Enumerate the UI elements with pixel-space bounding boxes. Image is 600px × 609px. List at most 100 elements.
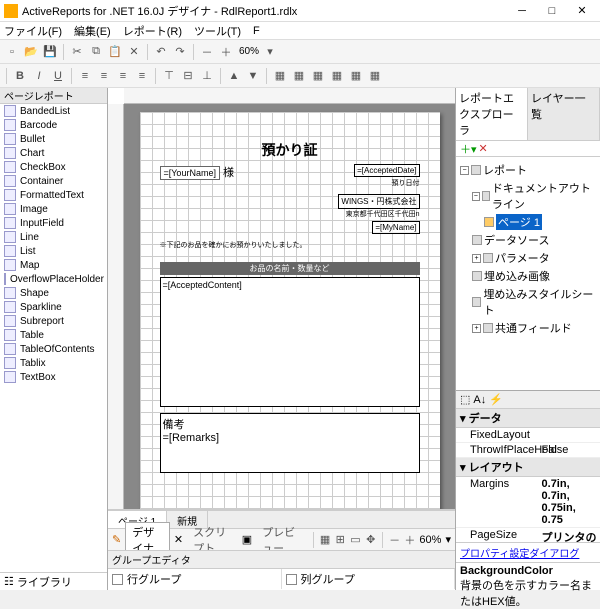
toolbox-item-sparkline[interactable]: Sparkline xyxy=(0,300,107,314)
layout-1-icon[interactable]: ▦ xyxy=(272,68,288,84)
front-icon[interactable]: ▲ xyxy=(226,68,242,84)
list-icon xyxy=(4,245,16,257)
close-button[interactable]: ✕ xyxy=(568,2,596,20)
add-icon[interactable]: ＋▾ xyxy=(460,141,477,157)
layout-4-icon[interactable]: ▦ xyxy=(329,68,345,84)
layout-3-icon[interactable]: ▦ xyxy=(310,68,326,84)
bold-icon[interactable]: B xyxy=(12,68,28,84)
toolbox-item-tableofcontents[interactable]: TableOfContents xyxy=(0,342,107,356)
maximize-button[interactable]: □ xyxy=(538,2,566,20)
textbox-icon xyxy=(4,371,16,383)
toolbox-item-map[interactable]: Map xyxy=(0,258,107,272)
menu-bar: ファイル(F) 編集(E) レポート(R) ツール(T) F xyxy=(0,22,600,40)
align-left-icon[interactable]: ≡ xyxy=(77,68,93,84)
toolbox-item-checkbox[interactable]: CheckBox xyxy=(0,160,107,174)
ruler-vertical xyxy=(108,104,124,509)
toolbox-item-line[interactable]: Line xyxy=(0,230,107,244)
back-icon[interactable]: ▼ xyxy=(245,68,261,84)
align-justify-icon[interactable]: ≡ xyxy=(134,68,150,84)
report-title[interactable]: 預かり証 xyxy=(160,140,420,160)
align-right-icon[interactable]: ≡ xyxy=(115,68,131,84)
bottom-zoom-in-icon[interactable]: ＋ xyxy=(404,532,415,548)
prop-filter-icon[interactable]: ⚡ xyxy=(489,393,503,406)
toolbox-item-inputfield[interactable]: InputField xyxy=(0,216,107,230)
toolbox-item-list[interactable]: List xyxy=(0,244,107,258)
remarks-box[interactable]: 備考 =[Remarks] xyxy=(160,413,420,473)
grid-icon[interactable]: ▦ xyxy=(319,532,330,548)
prop-cat-icon[interactable]: ⬚ xyxy=(460,393,470,406)
select-mode-icon[interactable]: ▭ xyxy=(350,532,361,548)
italic-icon[interactable]: I xyxy=(31,68,47,84)
menu-f[interactable]: F xyxy=(253,25,260,37)
align-center-icon[interactable]: ≡ xyxy=(96,68,112,84)
library-tab[interactable]: ☷ライブラリ xyxy=(0,572,107,590)
layout-2-icon[interactable]: ▦ xyxy=(291,68,307,84)
prop-sort-icon[interactable]: A↓ xyxy=(473,394,486,406)
subreport-icon xyxy=(4,315,16,327)
paste-icon[interactable]: 📋 xyxy=(107,44,123,60)
toolbox-item-table[interactable]: Table xyxy=(0,328,107,342)
menu-edit[interactable]: 編集(E) xyxy=(74,23,111,39)
snap-icon[interactable]: ⊞ xyxy=(335,532,346,548)
toolbox-item-overflowplaceholder[interactable]: OverflowPlaceHolder xyxy=(0,272,107,286)
new-icon[interactable]: ▫ xyxy=(4,44,20,60)
minimize-button[interactable]: ─ xyxy=(508,2,536,20)
toolbox-item-shape[interactable]: Shape xyxy=(0,286,107,300)
toolbox-item-bandedlist[interactable]: BandedList xyxy=(0,104,107,118)
zoom-out-icon[interactable]: － xyxy=(199,44,215,60)
layout-6-icon[interactable]: ▦ xyxy=(367,68,383,84)
company-line1[interactable]: WINGS・円株式会社 xyxy=(338,194,419,209)
toolbox-item-tablix[interactable]: Tablix xyxy=(0,356,107,370)
menu-file[interactable]: ファイル(F) xyxy=(4,23,62,39)
valign-mid-icon[interactable]: ⊟ xyxy=(180,68,196,84)
toolbox-item-bullet[interactable]: Bullet xyxy=(0,132,107,146)
row-group[interactable]: 行グループ xyxy=(108,569,282,589)
chart-icon xyxy=(4,147,16,159)
redo-icon[interactable]: ↷ xyxy=(172,44,188,60)
pan-mode-icon[interactable]: ✥ xyxy=(365,532,376,548)
caption-text: ※下記のお品を確かにお預かりいたしました。 xyxy=(160,240,420,250)
zoom-value[interactable]: 60% xyxy=(239,46,259,57)
toolbox-item-image[interactable]: Image xyxy=(0,202,107,216)
property-grid[interactable]: ▾ データ FixedLayout ThrowIfPlaceHoldFalse … xyxy=(456,409,600,542)
toolbar-2: B I U ≡ ≡ ≡ ≡ ⊤ ⊟ ⊥ ▲ ▼ ▦ ▦ ▦ ▦ ▦ ▦ xyxy=(0,64,600,88)
undo-icon[interactable]: ↶ xyxy=(153,44,169,60)
menu-tools[interactable]: ツール(T) xyxy=(194,23,241,39)
remarks-label: 備考 xyxy=(163,419,185,431)
bottom-zoom-value[interactable]: 60% xyxy=(419,534,441,546)
save-icon[interactable]: 💾 xyxy=(42,44,58,60)
dropdown-icon[interactable]: ▾ xyxy=(262,44,278,60)
items-header-strip[interactable]: お品の名前・数量など xyxy=(160,262,420,275)
report-page[interactable]: 預かり証 =[YourName] 様 =[AcceptedDate] 預り日付 … xyxy=(140,112,440,509)
toolbox-item-chart[interactable]: Chart xyxy=(0,146,107,160)
image-icon xyxy=(4,203,16,215)
tree-page1-selected[interactable]: ページ 1 xyxy=(496,214,542,230)
cut-icon[interactable]: ✂ xyxy=(69,44,85,60)
menu-report[interactable]: レポート(R) xyxy=(123,23,182,39)
accepted-date-field[interactable]: =[AcceptedDate] xyxy=(354,164,419,177)
zoom-in-icon[interactable]: ＋ xyxy=(218,44,234,60)
inputfield-icon xyxy=(4,217,16,229)
underline-icon[interactable]: U xyxy=(50,68,66,84)
copy-icon[interactable]: ⧉ xyxy=(88,44,104,60)
open-icon[interactable]: 📂 xyxy=(23,44,39,60)
accepted-content-box[interactable]: =[AcceptedContent] xyxy=(160,277,420,407)
myname-field[interactable]: =[MyName] xyxy=(372,221,419,234)
toolbox-item-formattedtext[interactable]: FormattedText xyxy=(0,188,107,202)
valign-top-icon[interactable]: ⊤ xyxy=(161,68,177,84)
receiver-name-field[interactable]: =[YourName] xyxy=(160,166,220,180)
valign-bot-icon[interactable]: ⊥ xyxy=(199,68,215,84)
layers-tab[interactable]: レイヤー一覧 xyxy=(528,88,600,140)
barcode-icon xyxy=(4,119,16,131)
delete-icon[interactable]: ✕ xyxy=(126,44,142,60)
layout-5-icon[interactable]: ▦ xyxy=(348,68,364,84)
toolbox-item-subreport[interactable]: Subreport xyxy=(0,314,107,328)
toolbox-item-textbox[interactable]: TextBox xyxy=(0,370,107,384)
col-group[interactable]: 列グループ xyxy=(282,569,456,589)
toolbox-item-barcode[interactable]: Barcode xyxy=(0,118,107,132)
remove-icon[interactable]: ✕ xyxy=(479,142,488,155)
property-dialog-link[interactable]: プロパティ設定ダイアログ xyxy=(456,542,600,562)
bottom-zoom-out-icon[interactable]: － xyxy=(389,532,400,548)
toolbox-item-container[interactable]: Container xyxy=(0,174,107,188)
report-explorer-tab[interactable]: レポートエクスプローラ xyxy=(456,88,528,140)
